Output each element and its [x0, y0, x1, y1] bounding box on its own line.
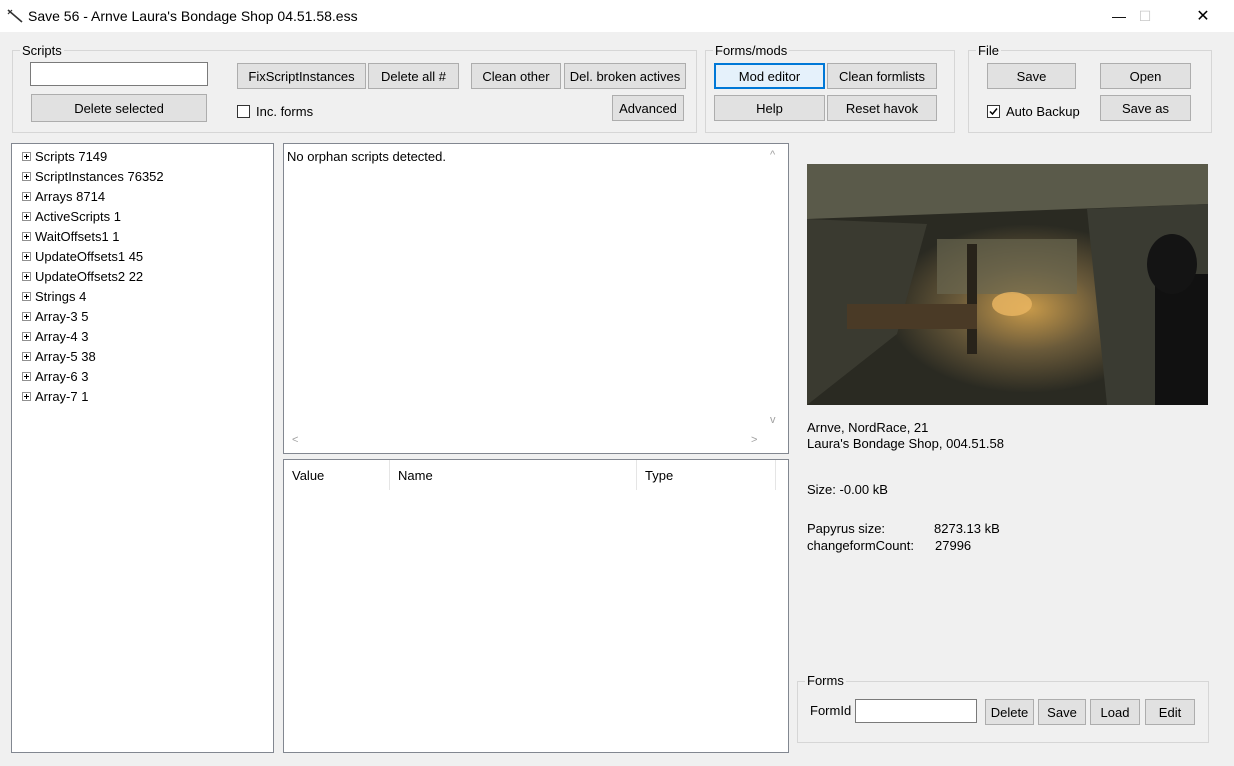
- expand-icon[interactable]: [22, 211, 31, 221]
- expand-icon[interactable]: [22, 311, 31, 321]
- fix-script-instances-button[interactable]: FixScriptInstances: [237, 63, 366, 89]
- message-text: No orphan scripts detected.: [287, 149, 446, 164]
- tree-item-strings[interactable]: Strings 4: [22, 287, 86, 305]
- clean-formlists-button[interactable]: Clean formlists: [827, 63, 937, 89]
- maximize-button[interactable]: ☐: [1122, 0, 1168, 32]
- save-as-button[interactable]: Save as: [1100, 95, 1191, 121]
- tree-item-script-instances[interactable]: ScriptInstances 76352: [22, 167, 164, 185]
- del-broken-actives-button[interactable]: Del. broken actives: [564, 63, 686, 89]
- tree-item-label: Array-6 3: [35, 368, 89, 384]
- location-info: Laura's Bondage Shop, 004.51.58: [807, 436, 1004, 451]
- expand-icon[interactable]: [22, 331, 31, 341]
- size-info: Size: -0.00 kB: [807, 482, 888, 497]
- forms-mods-group-label: Forms/mods: [713, 43, 790, 58]
- inc-forms-label: Inc. forms: [256, 104, 314, 119]
- expand-icon[interactable]: [22, 251, 31, 261]
- scripts-group-label: Scripts: [20, 43, 64, 58]
- variables-table[interactable]: Value Name Type: [283, 459, 789, 753]
- tree-item-label: ScriptInstances 76352: [35, 168, 164, 184]
- column-header-value[interactable]: Value: [284, 460, 390, 490]
- title-bar: Save 56 - Arnve Laura's Bondage Shop 04.…: [0, 0, 1234, 32]
- expand-icon[interactable]: [22, 231, 31, 241]
- tree-item-label: UpdateOffsets2 22: [35, 268, 144, 284]
- scroll-left-icon[interactable]: <: [292, 434, 298, 446]
- formid-input[interactable]: [855, 699, 977, 723]
- inc-forms-checkbox[interactable]: [237, 105, 250, 118]
- tree-item-array-5[interactable]: Array-5 38: [22, 347, 96, 365]
- delete-all-button[interactable]: Delete all #: [368, 63, 459, 89]
- script-search-input[interactable]: [30, 62, 208, 86]
- character-info: Arnve, NordRace, 21: [807, 420, 929, 435]
- column-header-type[interactable]: Type: [637, 460, 776, 490]
- expand-icon[interactable]: [22, 351, 31, 361]
- clean-other-button[interactable]: Clean other: [471, 63, 561, 89]
- tree-item-array-6[interactable]: Array-6 3: [22, 367, 88, 385]
- tree-item-label: Array-5 38: [35, 348, 96, 364]
- scroll-down-icon[interactable]: v: [770, 414, 776, 426]
- changeform-count-value: 27996: [935, 538, 972, 553]
- tree-item-update-offsets2[interactable]: UpdateOffsets2 22: [22, 267, 143, 285]
- tree-item-label: Scripts 7149: [35, 148, 108, 164]
- message-panel[interactable]: No orphan scripts detected. ^ v < >: [283, 143, 789, 454]
- save-screenshot-image: [807, 164, 1208, 405]
- tree-item-label: UpdateOffsets1 45: [35, 248, 144, 264]
- tree-item-active-scripts[interactable]: ActiveScripts 1: [22, 207, 121, 225]
- papyrus-size-label: Papyrus size:: [807, 521, 886, 536]
- mod-editor-button[interactable]: Mod editor: [714, 63, 825, 89]
- scroll-up-icon[interactable]: ^: [770, 149, 775, 161]
- form-save-button[interactable]: Save: [1038, 699, 1086, 725]
- expand-icon[interactable]: [22, 171, 31, 181]
- tree-item-wait-offsets1[interactable]: WaitOffsets1 1: [22, 227, 120, 245]
- maximize-icon: ☐: [1138, 7, 1152, 24]
- papyrus-size-value: 8273.13 kB: [934, 521, 1000, 536]
- scroll-right-icon[interactable]: >: [751, 434, 757, 446]
- delete-selected-button[interactable]: Delete selected: [31, 94, 207, 122]
- tree-item-label: Array-7 1: [35, 388, 89, 404]
- changeform-count-label: changeformCount:: [807, 538, 914, 553]
- tree-item-label: Strings 4: [35, 288, 87, 304]
- close-button[interactable]: ✕: [1180, 0, 1226, 32]
- tree-item-scripts[interactable]: Scripts 7149: [22, 147, 107, 165]
- formid-label: FormId: [810, 703, 852, 718]
- tree-item-array-7[interactable]: Array-7 1: [22, 387, 88, 405]
- tree-item-label: Array-3 5: [35, 308, 89, 324]
- help-button[interactable]: Help: [714, 95, 825, 121]
- close-icon: ✕: [1196, 8, 1210, 25]
- tree-item-label: Array-4 3: [35, 328, 89, 344]
- expand-icon[interactable]: [22, 291, 31, 301]
- tree-item-label: WaitOffsets1 1: [35, 228, 120, 244]
- forms-group-label: Forms: [805, 673, 846, 688]
- open-button[interactable]: Open: [1100, 63, 1191, 89]
- tree-item-arrays[interactable]: Arrays 8714: [22, 187, 105, 205]
- expand-icon[interactable]: [22, 151, 31, 161]
- window-title: Save 56 - Arnve Laura's Bondage Shop 04.…: [28, 8, 358, 24]
- tree-item-label: ActiveScripts 1: [35, 208, 121, 224]
- auto-backup-label: Auto Backup: [1006, 104, 1080, 119]
- auto-backup-checkbox[interactable]: [987, 105, 1000, 118]
- tree-item-label: Arrays 8714: [35, 188, 106, 204]
- reset-havok-button[interactable]: Reset havok: [827, 95, 937, 121]
- expand-icon[interactable]: [22, 371, 31, 381]
- tree-item-array-3[interactable]: Array-3 5: [22, 307, 88, 325]
- expand-icon[interactable]: [22, 191, 31, 201]
- advanced-button[interactable]: Advanced: [612, 95, 684, 121]
- expand-icon[interactable]: [22, 391, 31, 401]
- expand-icon[interactable]: [22, 271, 31, 281]
- tree-panel[interactable]: Scripts 7149 ScriptInstances 76352 Array…: [11, 143, 274, 753]
- form-edit-button[interactable]: Edit: [1145, 699, 1195, 725]
- app-icon: [7, 9, 23, 23]
- form-delete-button[interactable]: Delete: [985, 699, 1034, 725]
- file-save-button[interactable]: Save: [987, 63, 1076, 89]
- checkmark-icon: [989, 108, 998, 116]
- tree-item-array-4[interactable]: Array-4 3: [22, 327, 88, 345]
- tree-item-update-offsets1[interactable]: UpdateOffsets1 45: [22, 247, 143, 265]
- file-group-label: File: [976, 43, 1001, 58]
- column-header-name[interactable]: Name: [390, 460, 637, 490]
- form-load-button[interactable]: Load: [1090, 699, 1140, 725]
